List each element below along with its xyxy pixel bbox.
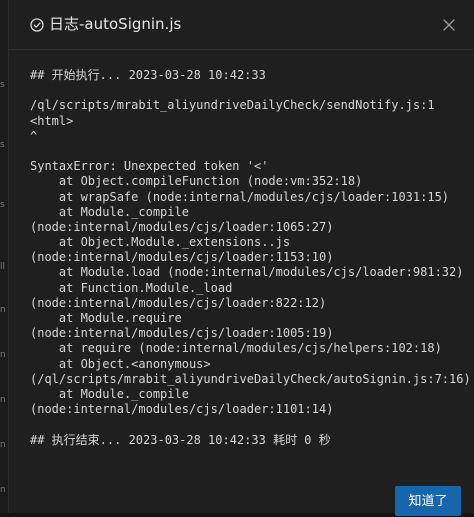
log-output: ## 开始执行... 2023-03-28 10:42:33/ql/script… <box>30 68 471 448</box>
log-line: (node:internal/modules/cjs/loader:1005:1… <box>30 326 334 341</box>
dialog-footer: 知道了 <box>9 478 474 516</box>
log-line: ^ <box>30 128 38 143</box>
log-line: ## 执行结束... 2023-03-28 10:42:33 耗时 0 秒 <box>30 432 331 447</box>
background-page-strip: s s s ll n n n n n <box>0 0 8 513</box>
log-line: <html> <box>30 113 74 128</box>
log-line: at Module.load (node:internal/modules/cj… <box>30 265 464 280</box>
background-fragment: n <box>0 350 6 360</box>
background-fragment: n <box>0 395 6 405</box>
log-line: at Module._compile <box>30 204 189 219</box>
dialog-title: 日志-autoSignin.js <box>49 15 182 33</box>
background-fragment: s <box>0 140 5 150</box>
background-fragment: s <box>0 80 5 90</box>
log-dialog: 日志-autoSignin.js ## 开始执行... 2023-03-28 1… <box>8 0 474 516</box>
check-circle-icon <box>30 17 44 32</box>
log-line: /ql/scripts/mrabit_aliyundriveDailyCheck… <box>30 98 435 113</box>
log-line: at wrapSafe (node:internal/modules/cjs/l… <box>30 189 450 204</box>
log-line: at require (node:internal/modules/cjs/he… <box>30 341 442 356</box>
log-line: at Module.require <box>30 311 182 325</box>
close-icon[interactable] <box>441 17 457 33</box>
log-line: at Object.<anonymous> <box>30 356 211 371</box>
background-fragment: n <box>0 440 6 450</box>
log-line: at Object.Module._extensions..js <box>30 235 291 250</box>
log-line: (node:internal/modules/cjs/loader:1065:2… <box>30 219 334 234</box>
log-line: (node:internal/modules/cjs/loader:1153:1… <box>30 250 334 265</box>
background-fragment: s <box>0 200 5 210</box>
background-fragment: n <box>0 485 6 495</box>
background-fragment: n <box>0 305 6 315</box>
log-line: (/ql/scripts/mrabit_aliyundriveDailyChec… <box>30 371 471 386</box>
ok-button[interactable]: 知道了 <box>395 486 461 516</box>
log-line: (node:internal/modules/cjs/loader:822:12… <box>30 295 327 310</box>
log-line: ## 开始执行... 2023-03-28 10:42:33 <box>30 68 266 82</box>
log-line: at Module._compile <box>30 386 189 401</box>
log-line: SyntaxError: Unexpected token '<' <box>30 159 269 174</box>
log-line: at Object.compileFunction (node:vm:352:1… <box>30 174 363 189</box>
dialog-header: 日志-autoSignin.js <box>9 0 474 50</box>
log-line: at Function.Module._load <box>30 280 233 295</box>
log-line: (node:internal/modules/cjs/loader:1101:1… <box>30 402 334 417</box>
background-fragment: ll <box>0 262 6 272</box>
